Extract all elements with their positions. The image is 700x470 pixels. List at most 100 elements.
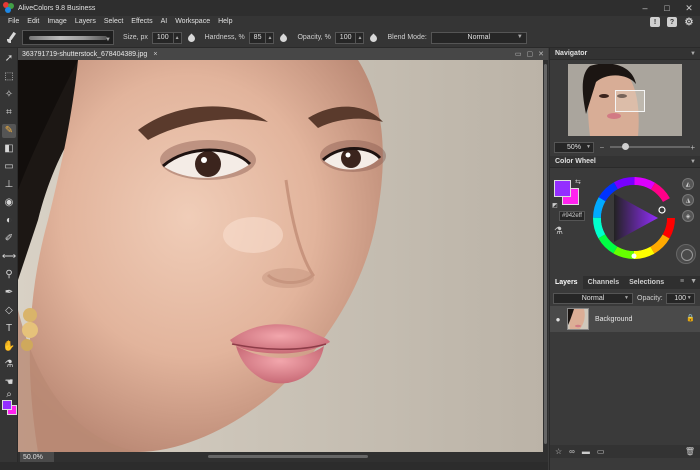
magic-wand-tool-icon[interactable]: ✧ xyxy=(2,88,16,102)
opacity-input[interactable]: 100 ▲ xyxy=(334,31,365,44)
help-icon[interactable]: ? xyxy=(667,17,677,27)
retouch-tool-icon[interactable]: ✐ xyxy=(2,232,16,246)
foreground-color-swatch[interactable] xyxy=(554,180,571,197)
maximize-doc-icon[interactable]: ▢ xyxy=(527,50,534,58)
eyedropper-icon[interactable]: ⚗ xyxy=(554,226,563,237)
shape-tool-icon[interactable]: ◇ xyxy=(2,304,16,318)
panel-menu-icon[interactable]: ≡ xyxy=(680,278,684,285)
crop-tool-icon[interactable]: ⌗ xyxy=(2,106,16,120)
navigator-thumbnail[interactable] xyxy=(568,64,682,136)
selection-tool-icon[interactable]: ⬚ xyxy=(2,70,16,84)
zoom-status[interactable]: 50.0% xyxy=(20,452,54,462)
menu-edit[interactable]: Edit xyxy=(23,16,43,28)
layer-thumbnail xyxy=(567,308,589,330)
rectangle-tool-icon[interactable]: ▭ xyxy=(2,160,16,174)
tab-selections[interactable]: Selections xyxy=(624,276,669,289)
close-tab-icon[interactable]: × xyxy=(153,51,157,58)
layers-toolbar: ☆ ∞ ▬ ▭ 🗑 xyxy=(550,445,700,458)
menu-layers[interactable]: Layers xyxy=(71,16,100,28)
layer-opacity-input[interactable]: 100 ▼ xyxy=(665,292,695,304)
opacity-pressure-icon[interactable] xyxy=(368,32,378,44)
color-options-icon[interactable]: ◈ xyxy=(682,210,694,222)
zoom-in-icon[interactable]: + xyxy=(690,143,695,152)
eraser-tool-icon[interactable]: ◧ xyxy=(2,142,16,156)
horizontal-scrollbar[interactable] xyxy=(18,452,548,462)
image-canvas[interactable] xyxy=(18,60,543,452)
chevron-down-icon[interactable]: ▼ xyxy=(690,51,696,57)
hex-color-field[interactable]: #942eff xyxy=(559,211,585,221)
hardness-pressure-icon[interactable] xyxy=(278,32,288,44)
size-pressure-icon[interactable] xyxy=(186,32,196,44)
alert-icon[interactable]: ! xyxy=(650,17,660,27)
swap-colors-icon[interactable]: ⇆ xyxy=(575,178,581,186)
layers-tab-bar: Layers Channels Selections ≡ ▼ xyxy=(550,276,700,289)
fill-tool-icon[interactable]: ◉ xyxy=(2,196,16,210)
menu-workspace[interactable]: Workspace xyxy=(171,16,214,28)
eyedropper-tool-icon[interactable]: ⚗ xyxy=(2,358,16,372)
menu-file[interactable]: File xyxy=(4,16,23,28)
color-wheel-header[interactable]: Color Wheel ▼ xyxy=(550,156,700,168)
brush-preset-selector[interactable]: ▼ xyxy=(22,30,114,45)
link-layers-icon[interactable]: ∞ xyxy=(569,447,575,456)
navigator-zoom-slider[interactable] xyxy=(610,143,690,150)
color-mode-icon[interactable]: ◮ xyxy=(682,194,694,206)
hardness-label: Hardness, % xyxy=(204,34,245,41)
spin-arrows-icon[interactable]: ▲ xyxy=(265,32,273,43)
new-layer-icon[interactable]: ▭ xyxy=(597,447,605,456)
stamp-tool-icon[interactable]: ⊥ xyxy=(2,178,16,192)
pen-tool-icon[interactable]: ✒ xyxy=(2,286,16,300)
hardness-input[interactable]: 85 ▲ xyxy=(248,31,275,44)
new-group-icon[interactable]: ▬ xyxy=(582,447,590,456)
brush-tool-button[interactable]: ✎ xyxy=(2,124,16,138)
tab-layers[interactable]: Layers xyxy=(550,276,583,289)
restore-icon[interactable]: ▭ xyxy=(515,50,522,58)
blend-mode-select[interactable]: Normal ▼ xyxy=(430,31,527,44)
color-preview-button[interactable] xyxy=(676,244,696,264)
zoom-slider-knob[interactable] xyxy=(622,143,629,150)
navigator-view-rect[interactable] xyxy=(615,90,645,112)
status-bar xyxy=(0,462,548,470)
zoom-out-icon[interactable]: – xyxy=(600,144,604,151)
minimize-icon[interactable]: – xyxy=(634,0,656,16)
text-tool-icon[interactable]: T xyxy=(2,322,16,336)
tab-channels[interactable]: Channels xyxy=(583,276,625,289)
menu-image[interactable]: Image xyxy=(43,16,70,28)
layer-item-background[interactable]: ● Background 🔒 xyxy=(550,306,700,332)
menu-effects[interactable]: Effects xyxy=(127,16,156,28)
layer-name: Background xyxy=(595,315,633,323)
chevron-down-icon[interactable]: ▼ xyxy=(690,159,696,165)
layer-blend-select[interactable]: Normal ▼ xyxy=(553,292,633,304)
smudge-tool-icon[interactable]: ✋ xyxy=(2,340,16,354)
navigator-zoom-input[interactable]: 50% ▼ xyxy=(554,141,594,153)
menu-help[interactable]: Help xyxy=(214,16,236,28)
transform-tool-icon[interactable]: ⟷ xyxy=(2,250,16,264)
lock-icon[interactable]: 🔒 xyxy=(686,314,695,322)
dodge-tool-icon[interactable]: ⚲ xyxy=(2,268,16,282)
visibility-eye-icon[interactable]: ● xyxy=(553,314,563,324)
close-icon[interactable]: ✕ xyxy=(678,0,700,16)
move-tool-icon[interactable]: ➚ xyxy=(2,52,16,66)
gear-icon[interactable]: ⚙ xyxy=(684,17,694,28)
document-tab[interactable]: 363791719-shutterstock_678404389.jpg × ▭… xyxy=(18,48,548,60)
color-wheel[interactable] xyxy=(592,176,676,260)
reset-colors-icon[interactable]: ◩ xyxy=(552,202,558,209)
chevron-down-icon[interactable]: ▼ xyxy=(690,278,697,285)
hex-value: #942eff xyxy=(562,213,582,219)
menu-select[interactable]: Select xyxy=(100,16,127,28)
size-input[interactable]: 100 ▲ xyxy=(151,31,182,44)
menu-ai[interactable]: AI xyxy=(157,16,172,28)
color-harmony-icon[interactable]: ◭ xyxy=(682,178,694,190)
navigator-header[interactable]: Navigator ▼ xyxy=(550,48,700,60)
foreground-color-swatch[interactable] xyxy=(2,400,12,410)
trash-icon[interactable]: 🗑 xyxy=(685,447,695,456)
spin-arrows-icon[interactable]: ▲ xyxy=(172,32,181,43)
title-bar: AliveColors 9.8 Business – □ ✕ xyxy=(0,0,700,16)
close-doc-icon[interactable]: ✕ xyxy=(538,50,544,58)
layer-effects-icon[interactable]: ☆ xyxy=(555,447,562,456)
blur-tool-icon[interactable]: ◐ xyxy=(2,214,16,228)
maximize-icon[interactable]: □ xyxy=(656,0,678,16)
navigator-zoom-row: 50% ▼ – + xyxy=(550,140,700,154)
spin-arrows-icon[interactable]: ▲ xyxy=(355,32,363,43)
hardness-value: 85 xyxy=(253,34,262,41)
vertical-scrollbar[interactable] xyxy=(543,60,548,452)
